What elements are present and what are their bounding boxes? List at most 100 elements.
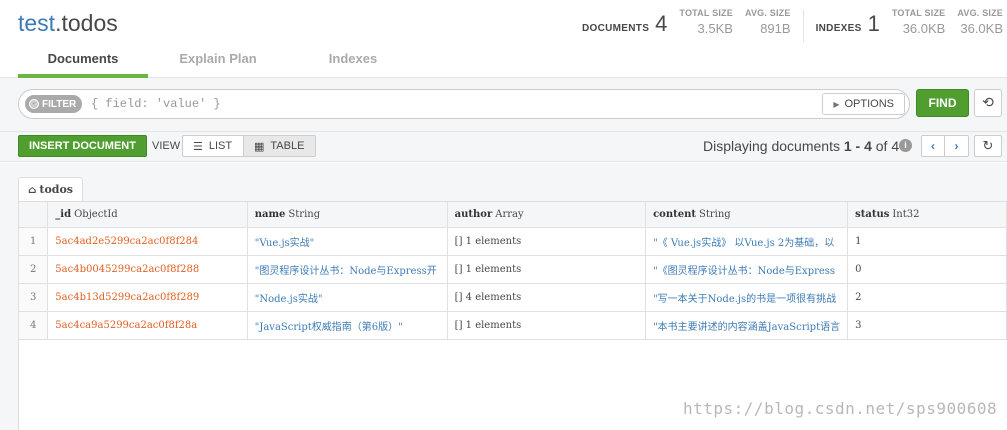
table-row[interactable]: 4 5ac4ca9a5299ca2ac0f8f28a "JavaScript权威…	[19, 311, 1007, 340]
table-header-row: _id ObjectId name String author Array conte…	[19, 202, 1007, 228]
filter-pill: · FILTER	[25, 95, 83, 113]
column-type: String	[288, 208, 321, 220]
collection-tabs: Documents Explain Plan Indexes	[0, 50, 1007, 78]
collection-name: .todos	[55, 10, 118, 36]
column-type: Array	[495, 208, 524, 220]
query-bar: · FILTER { field: 'value' } ▶ OPTIONS FI…	[0, 78, 1007, 132]
view-toggle: ☰ LIST ▦ TABLE	[182, 135, 316, 157]
idx-avg-size-label: AVG. SIZE	[957, 8, 1003, 18]
view-table-button[interactable]: ▦ TABLE	[244, 135, 316, 157]
display-range: 1 - 4	[843, 138, 872, 154]
stats-divider	[802, 10, 804, 42]
display-summary: Displaying documents 1 - 4 of 4	[703, 138, 899, 154]
cell-id[interactable]: 5ac4ad2e5299ca2ac0f8f284	[47, 227, 248, 256]
history-icon[interactable]: ⟲	[974, 89, 1002, 117]
next-page-button[interactable]: ›	[945, 135, 969, 157]
collection-stats: DOCUMENTS 4 TOTAL SIZE 3.5KB AVG. SIZE 8…	[582, 8, 1003, 42]
column-name: name	[254, 208, 286, 220]
row-index: 4	[19, 311, 49, 340]
display-of: of	[871, 138, 892, 154]
filter-label: FILTER	[42, 98, 77, 110]
cell-content[interactable]: "《 Vue.js实战》 以Vue.js 2为基础，以	[645, 227, 849, 256]
doc-avg-size-label: AVG. SIZE	[744, 8, 791, 18]
doc-avg-size-value: 891B	[760, 21, 791, 36]
filter-text[interactable]: { field: 'value' }	[91, 97, 221, 111]
row-index-header	[19, 202, 49, 228]
idx-avg-size-value: 36.0KB	[960, 21, 1003, 36]
idx-total-size-value: 36.0KB	[902, 21, 946, 36]
cell-status[interactable]: 1	[847, 227, 1007, 256]
cell-id[interactable]: 5ac4b13d5299ca2ac0f8f289	[47, 283, 248, 312]
tab-documents[interactable]: Documents	[18, 50, 148, 78]
cell-author[interactable]: [] 1 elements	[447, 255, 647, 284]
idx-total-size: TOTAL SIZE 36.0KB	[892, 8, 946, 36]
column-header-author[interactable]: author Array	[447, 202, 647, 228]
cell-id[interactable]: 5ac4ca9a5299ca2ac0f8f28a	[47, 311, 248, 340]
collection-breadcrumb-tab[interactable]: ⌂ todos	[18, 177, 83, 201]
list-label: LIST	[208, 140, 233, 152]
document-controls: INSERT DOCUMENT VIEW ☰ LIST ▦ TABLE Disp…	[0, 132, 1007, 162]
column-name: author	[454, 208, 493, 220]
column-header-id[interactable]: _id ObjectId	[47, 202, 248, 228]
display-total: 4	[891, 138, 900, 154]
doc-total-size: TOTAL SIZE 3.5KB	[679, 8, 733, 36]
doc-avg-size: AVG. SIZE 891B	[745, 8, 791, 36]
cell-name[interactable]: "JavaScript权威指南（第6版）"	[247, 311, 448, 340]
refresh-icon[interactable]: ↻	[974, 135, 1002, 157]
table-row[interactable]: 3 5ac4b13d5299ca2ac0f8f289 "Node.js实战" […	[19, 283, 1007, 312]
doc-total-size-label: TOTAL SIZE	[679, 8, 733, 18]
cell-author[interactable]: [] 1 elements	[447, 311, 647, 340]
cell-content[interactable]: "本书主要讲述的内容涵盖JavaScript语言	[645, 311, 849, 340]
cell-name[interactable]: "Vue.js实战"	[247, 227, 448, 256]
row-index: 3	[19, 283, 49, 312]
table-row[interactable]: 2 5ac4b0045299ca2ac0f8f288 "图灵程序设计丛书：Nod…	[19, 255, 1007, 284]
view-list-button[interactable]: ☰ LIST	[182, 135, 244, 157]
collection-title: test.todos	[18, 10, 118, 37]
cell-content[interactable]: "写一本关于Node.js的书是一项很有挑战	[645, 283, 849, 312]
tab-explain-plan[interactable]: Explain Plan	[153, 50, 283, 78]
documents-stat: DOCUMENTS 4	[582, 11, 668, 36]
table-row[interactable]: 1 5ac4ad2e5299ca2ac0f8f284 "Vue.js实战" []…	[19, 227, 1007, 256]
column-type: ObjectId	[74, 208, 118, 220]
cell-author[interactable]: [] 1 elements	[447, 227, 647, 256]
documents-label: DOCUMENTS	[582, 23, 650, 34]
cell-name[interactable]: "Node.js实战"	[247, 283, 448, 312]
indexes-count: 1	[867, 11, 880, 36]
display-prefix: Displaying documents	[703, 138, 844, 154]
collection-tab-label: todos	[39, 183, 73, 196]
indexes-stat: INDEXES 1	[815, 11, 880, 36]
column-name: status	[855, 208, 890, 220]
collection-header: test.todos DOCUMENTS 4 TOTAL SIZE 3.5KB …	[0, 0, 1007, 50]
watermark: https://blog.csdn.net/sps900608	[683, 399, 998, 418]
home-icon: ⌂	[28, 185, 37, 196]
column-header-content[interactable]: content String	[645, 202, 849, 228]
cell-status[interactable]: 2	[847, 283, 1007, 312]
info-icon[interactable]: i	[899, 139, 912, 152]
tab-indexes[interactable]: Indexes	[288, 50, 418, 78]
column-header-name[interactable]: name String	[247, 202, 448, 228]
cell-status[interactable]: 3	[847, 311, 1007, 340]
indexes-label: INDEXES	[815, 23, 862, 34]
filter-input[interactable]: · FILTER { field: 'value' } ▶ OPTIONS	[18, 89, 910, 119]
column-type: Int32	[892, 208, 920, 220]
doc-total-size-value: 3.5KB	[697, 21, 733, 36]
options-label: OPTIONS	[844, 98, 894, 110]
documents-count: 4	[655, 11, 668, 36]
table-label: TABLE	[270, 140, 305, 152]
row-index: 2	[19, 255, 49, 284]
prev-page-button[interactable]: ‹	[921, 135, 945, 157]
options-button[interactable]: ▶ OPTIONS	[822, 93, 905, 115]
filter-status-icon: ·	[29, 99, 39, 109]
find-button[interactable]: FIND	[916, 89, 969, 117]
column-header-status[interactable]: status Int32	[847, 202, 1007, 228]
cell-status[interactable]: 0	[847, 255, 1007, 284]
cell-content[interactable]: "《图灵程序设计丛书：Node与Express	[645, 255, 849, 284]
cell-id[interactable]: 5ac4b0045299ca2ac0f8f288	[47, 255, 248, 284]
idx-total-size-label: TOTAL SIZE	[891, 8, 946, 18]
table-icon: ▦	[254, 140, 265, 153]
column-name: content	[653, 208, 696, 220]
document-table-area: ⌂ todos _id ObjectId name String author Arra…	[0, 163, 1007, 430]
cell-name[interactable]: "图灵程序设计丛书：Node与Express开	[247, 255, 448, 284]
insert-document-button[interactable]: INSERT DOCUMENT	[18, 135, 147, 157]
cell-author[interactable]: [] 4 elements	[447, 283, 647, 312]
